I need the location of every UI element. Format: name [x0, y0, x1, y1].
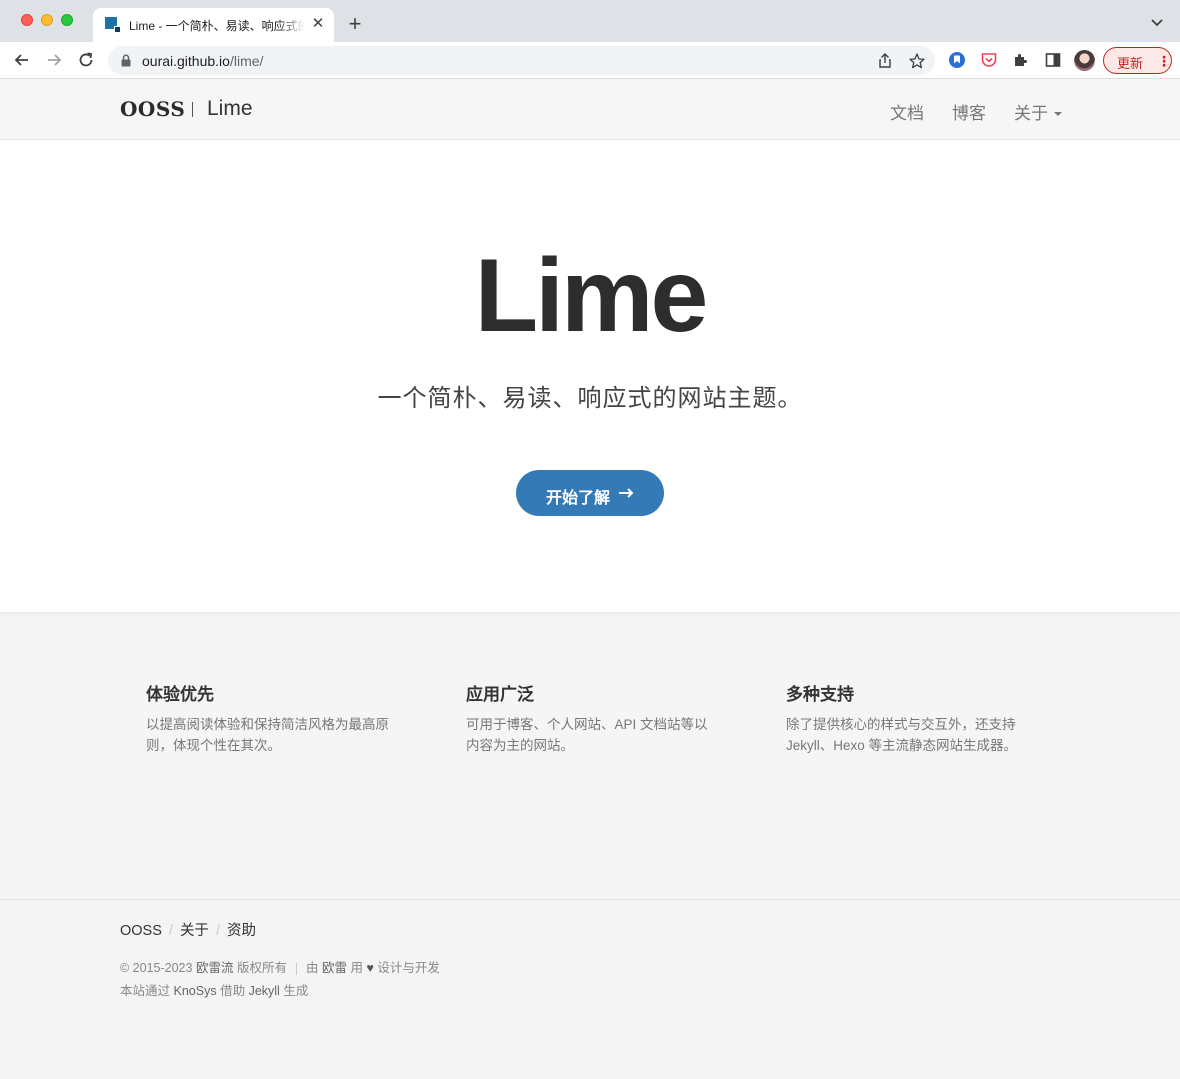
footer-link-ooss[interactable]: OOSS — [120, 923, 162, 939]
footer-divider: / — [168, 923, 173, 939]
site-header: OOSS Lime 文档 博客 关于 — [0, 80, 1180, 140]
feature-title: 应用广泛 — [466, 685, 534, 704]
tab-title: Lime - 一个简朴、易读、响应式的网站主题。 — [129, 19, 305, 33]
bookmark-star-icon[interactable] — [908, 52, 926, 70]
footer-link-sponsor[interactable]: 资助 — [227, 923, 256, 939]
caret-down-icon — [1054, 111, 1062, 116]
hero-subtitle: 一个简朴、易读、响应式的网站主题。 — [377, 385, 803, 412]
built-prefix-text: 本站通过 — [120, 984, 171, 998]
url-text[interactable]: ourai.github.io/lime/ — [142, 53, 263, 69]
feature-description: 以提高阅读体验和保持简洁风格为最高原则，体现个性在其次。 — [146, 717, 389, 753]
heart-icon: ♥ — [366, 961, 374, 975]
author-link[interactable]: 欧雷流 — [196, 961, 234, 975]
footer-nav: OOSS / 关于 / 资助 — [120, 919, 256, 940]
feature-usage: 应用广泛 可用于博客、个人网站、API 文档站等以内容为主的网站。 — [466, 680, 716, 756]
get-started-label: 开始了解 — [546, 490, 611, 507]
nav-blog-link[interactable]: 博客 — [952, 99, 986, 124]
reload-icon[interactable] — [76, 50, 96, 70]
copyright-divider — [295, 962, 297, 975]
footer-link-about[interactable]: 关于 — [180, 923, 209, 939]
update-button[interactable]: 更新 ⋮ — [1103, 47, 1172, 74]
forward-arrow-icon[interactable] — [44, 50, 64, 70]
extension-blue-icon[interactable] — [948, 51, 966, 69]
feature-experience: 体验优先 以提高阅读体验和保持简洁风格为最高原则，体现个性在其次。 — [146, 680, 396, 756]
side-panel-icon[interactable] — [1044, 51, 1062, 69]
more-menu-icon[interactable]: ⋮ — [1157, 52, 1171, 70]
footer-divider: / — [215, 923, 220, 939]
lock-icon[interactable] — [120, 54, 132, 67]
knosys-link[interactable]: KnoSys — [174, 984, 217, 998]
feature-title: 体验优先 — [146, 685, 214, 704]
extensions-puzzle-icon[interactable] — [1012, 51, 1030, 69]
window-zoom-button[interactable] — [61, 14, 73, 26]
back-arrow-icon[interactable] — [12, 50, 32, 70]
built-with-line: 本站通过 KnoSys 借助 Jekyll 生成 — [120, 980, 308, 999]
tab-search-chevron-icon[interactable] — [1149, 14, 1165, 30]
profile-avatar[interactable] — [1074, 50, 1095, 71]
nav-docs-link[interactable]: 文档 — [890, 99, 924, 124]
copyright-line: © 2015-2023 欧雷流 版权所有 由 欧雷 用 ♥ 设计与开发 — [120, 957, 440, 976]
design-dev-text: 设计与开发 — [377, 961, 440, 975]
favicon-icon — [105, 17, 121, 33]
tab-close-icon[interactable]: ✕ — [310, 16, 326, 32]
url-host: ourai.github.io — [142, 53, 230, 69]
brand-org-link[interactable]: OOSS — [120, 97, 185, 121]
jekyll-link[interactable]: Jekyll — [249, 984, 280, 998]
feature-description: 除了提供核心的样式与交互外，还支持 Jekyll、Hexo 等主流静态网站生成器… — [786, 717, 1018, 753]
browser-tab-bar: Lime - 一个简朴、易读、响应式的网站主题。 ✕ + — [0, 0, 1180, 42]
rights-text: 版权所有 — [236, 961, 287, 975]
share-icon[interactable] — [876, 52, 894, 70]
designer-link[interactable]: 欧雷 — [322, 961, 347, 975]
hero-section: Lime 一个简朴、易读、响应式的网站主题。 开始了解 — [0, 140, 1180, 612]
url-path: /lime/ — [229, 53, 264, 69]
window-close-button[interactable] — [21, 14, 33, 26]
arrow-right-icon — [619, 488, 634, 498]
site-footer: OOSS / 关于 / 资助 © 2015-2023 欧雷流 版权所有 由 欧雷 用 ♥ … — [0, 899, 1180, 1079]
browser-tab-active[interactable]: Lime - 一个简朴、易读、响应式的网站主题。 ✕ — [93, 8, 334, 42]
built-suffix-text: 生成 — [283, 984, 309, 998]
browser-toolbar: ourai.github.io/lime/ 更新 ⋮ — [0, 42, 1180, 79]
brand-name-link[interactable]: Lime — [207, 97, 253, 121]
feature-description: 可用于博客、个人网站、API 文档站等以内容为主的网站。 — [466, 717, 708, 753]
new-tab-button[interactable]: + — [344, 13, 366, 35]
nav-about-dropdown[interactable]: 关于 — [1014, 99, 1062, 124]
pocket-icon[interactable] — [980, 51, 998, 69]
with-text: 用 — [350, 961, 363, 975]
built-mid-text: 借助 — [220, 984, 246, 998]
brand-divider — [192, 102, 193, 117]
copyright-years: © 2015-2023 — [120, 961, 193, 975]
window-minimize-button[interactable] — [41, 14, 53, 26]
update-label: 更新 — [1117, 56, 1144, 71]
by-text: 由 — [305, 961, 319, 975]
feature-support: 多种支持 除了提供核心的样式与交互外，还支持 Jekyll、Hexo 等主流静态… — [786, 680, 1036, 756]
feature-title: 多种支持 — [786, 685, 854, 704]
address-bar[interactable]: ourai.github.io/lime/ — [108, 46, 935, 75]
hero-title: Lime — [474, 238, 709, 354]
nav-about-label: 关于 — [1014, 104, 1048, 123]
get-started-button[interactable]: 开始了解 — [516, 470, 664, 516]
